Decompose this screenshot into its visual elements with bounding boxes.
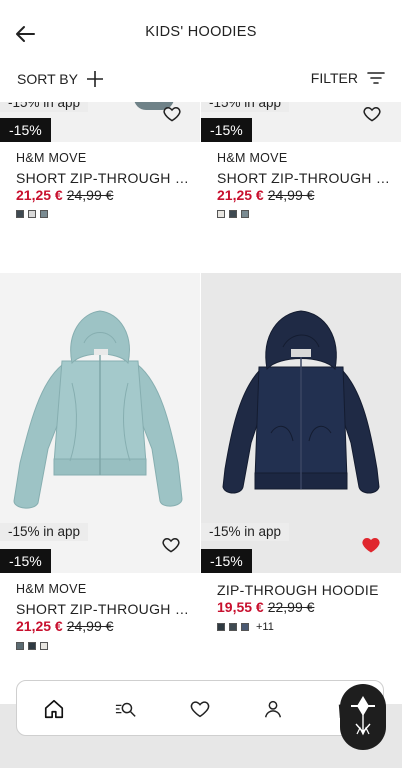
discount-badge: -15% — [201, 118, 252, 142]
heart-icon[interactable] — [161, 535, 181, 555]
sort-by-button[interactable]: SORT BY — [17, 70, 104, 88]
product-card[interactable]: -15% in app -15% H&M MOVE SHORT ZIP-THRO… — [201, 102, 401, 252]
color-swatches — [217, 210, 249, 218]
assistant-logo-icon — [351, 696, 375, 736]
filter-icon — [367, 72, 385, 84]
sort-filter-bar: SORT BY FILTER — [0, 58, 402, 102]
discount-badge: -15% — [0, 118, 51, 142]
color-swatch[interactable] — [40, 642, 48, 650]
sale-price: 21,25 € — [16, 187, 63, 203]
color-swatch[interactable] — [241, 210, 249, 218]
product-brand: H&M MOVE — [217, 151, 288, 165]
home-icon[interactable] — [43, 698, 65, 720]
more-colors-count[interactable]: +11 — [256, 621, 274, 633]
product-image[interactable]: -15% in app -15% — [0, 273, 200, 573]
product-name[interactable]: ZIP-THROUGH HOODIE — [217, 582, 392, 598]
color-swatches — [16, 210, 48, 218]
account-icon[interactable] — [262, 698, 284, 720]
search-icon[interactable] — [115, 698, 137, 720]
bottom-navigation — [16, 680, 384, 736]
color-swatches — [16, 642, 48, 650]
color-swatch[interactable] — [16, 642, 24, 650]
heart-filled-icon[interactable] — [361, 535, 381, 555]
color-swatch[interactable] — [217, 210, 225, 218]
product-name[interactable]: SHORT ZIP-THROUGH HOODIE — [16, 170, 191, 186]
page-title: KIDS' HOODIES — [145, 24, 257, 40]
product-card[interactable]: -15% in app -15% H&M MOVE SHORT ZIP-THRO… — [0, 102, 200, 252]
color-swatch[interactable] — [241, 623, 249, 631]
sort-by-label: SORT BY — [17, 71, 78, 87]
product-price: 21,25 €24,99 € — [16, 187, 113, 203]
discount-badge: -15% — [201, 549, 252, 573]
color-swatches: +11 — [217, 621, 274, 633]
sale-price: 19,55 € — [217, 599, 264, 615]
product-image[interactable]: -15% in app -15% — [201, 273, 401, 573]
product-image[interactable]: -15% in app -15% — [0, 102, 200, 142]
product-image[interactable]: -15% in app -15% — [201, 102, 401, 142]
original-price: 24,99 € — [66, 187, 114, 203]
color-swatch[interactable] — [28, 210, 36, 218]
color-swatch[interactable] — [217, 623, 225, 631]
original-price: 24,99 € — [66, 618, 114, 634]
sale-price: 21,25 € — [217, 187, 264, 203]
color-swatch[interactable] — [229, 623, 237, 631]
product-price: 19,55 €22,99 € — [217, 599, 314, 615]
product-brand: H&M MOVE — [16, 582, 87, 596]
product-brand: H&M MOVE — [16, 151, 87, 165]
top-bar: KIDS' HOODIES — [0, 0, 402, 58]
color-swatch[interactable] — [28, 642, 36, 650]
filter-button[interactable]: FILTER — [311, 70, 385, 86]
promo-label: -15% in app — [0, 523, 89, 541]
color-swatch[interactable] — [40, 210, 48, 218]
color-swatch[interactable] — [16, 210, 24, 218]
heart-icon[interactable] — [162, 104, 182, 124]
plus-icon — [86, 71, 103, 87]
discount-badge: -15% — [0, 549, 51, 573]
original-price: 24,99 € — [267, 187, 315, 203]
original-price: 22,99 € — [267, 599, 315, 615]
sale-price: 21,25 € — [16, 618, 63, 634]
product-card[interactable]: -15% in app -15% H&M MOVE SHORT ZIP-THRO… — [0, 273, 200, 673]
product-price: 21,25 €24,99 € — [16, 618, 113, 634]
product-name[interactable]: SHORT ZIP-THROUGH HOODIE — [16, 601, 191, 617]
color-swatch[interactable] — [229, 210, 237, 218]
favourites-icon[interactable] — [189, 698, 211, 720]
heart-icon[interactable] — [362, 104, 382, 124]
product-name[interactable]: SHORT ZIP-THROUGH HOODIE — [217, 170, 392, 186]
promo-label: -15% in app — [201, 102, 290, 112]
product-card[interactable]: -15% in app -15% ZIP-THROUGH HOODIE 19,5… — [201, 273, 401, 673]
product-price: 21,25 €24,99 € — [217, 187, 314, 203]
assistant-floating-button[interactable] — [340, 684, 386, 750]
promo-label: -15% in app — [0, 102, 89, 112]
promo-label: -15% in app — [201, 523, 290, 541]
filter-label: FILTER — [310, 70, 358, 86]
